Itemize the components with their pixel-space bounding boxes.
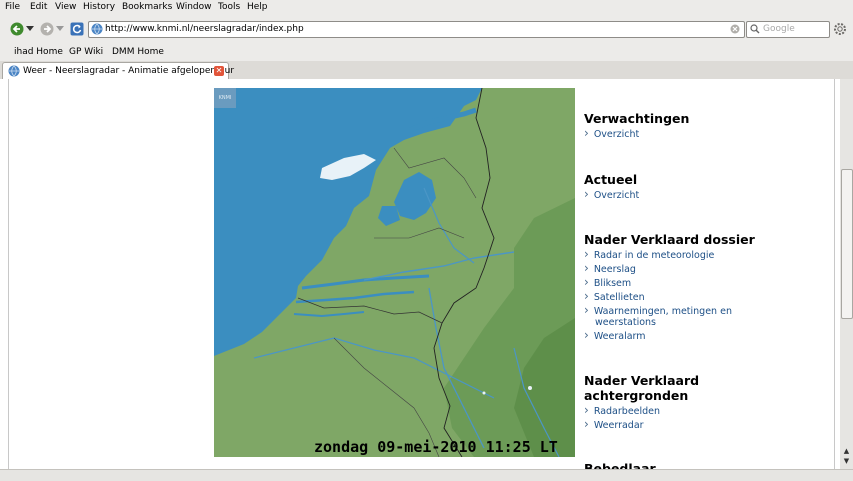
link-waarnemingen[interactable]: Waarnemingen, metingen en: [584, 303, 755, 317]
search-icon: [750, 24, 760, 34]
clear-url-icon[interactable]: [730, 24, 740, 34]
scroll-up-button[interactable]: ▲: [841, 447, 852, 456]
chevron-down-icon: [26, 26, 34, 31]
menu-history[interactable]: History: [83, 2, 115, 12]
search-placeholder: Google: [763, 24, 795, 34]
link-radarbeelden[interactable]: Radarbeelden: [584, 403, 699, 417]
knmi-logo: KNMI: [214, 88, 236, 108]
menu-edit[interactable]: Edit: [30, 2, 47, 12]
sidebar-section-cutoff: Bebedlaar: [584, 461, 656, 469]
globe-icon: [8, 65, 20, 77]
back-button[interactable]: [9, 21, 25, 37]
menu-help[interactable]: Help: [247, 2, 268, 12]
menu-tools[interactable]: Tools: [218, 2, 240, 12]
menu-window[interactable]: Window: [176, 2, 212, 12]
link-bliksem[interactable]: Bliksem: [584, 275, 755, 289]
back-history-dropdown[interactable]: [25, 21, 35, 37]
section-title: Nader Verklaard: [584, 373, 700, 388]
bookmark-ihad-home[interactable]: ihad Home: [14, 47, 63, 57]
reload-button[interactable]: [69, 21, 85, 37]
reload-icon: [70, 22, 84, 36]
sidebar-section-actueel: Actueel Overzicht: [584, 172, 639, 201]
close-icon: ✕: [215, 66, 223, 75]
radar-timestamp: zondag 09-mei-2010 11:25 LT: [314, 438, 558, 456]
section-title: Verwachtingen: [584, 111, 690, 126]
tab-title: Weer - Neerslagradar - Animatie afgelope…: [23, 66, 235, 76]
globe-icon: [91, 23, 103, 35]
scrollbar-thumb[interactable]: [841, 169, 853, 319]
link-weeralarm[interactable]: Weeralarm: [584, 328, 755, 342]
link-neerslag[interactable]: Neerslag: [584, 261, 755, 275]
link-waarnemingen-cont[interactable]: weerstations: [584, 317, 755, 328]
throbber: [832, 21, 848, 37]
forward-history-dropdown[interactable]: [55, 21, 65, 37]
link-weerradar[interactable]: Weerradar: [584, 417, 699, 431]
bookmarks-toolbar: ihad Home GP Wiki DMM Home: [0, 42, 853, 62]
section-title: Bebedlaar: [584, 461, 656, 469]
menu-view[interactable]: View: [55, 2, 76, 12]
menu-bar: File Edit View History Bookmarks Window …: [0, 0, 853, 16]
section-title-line2: achtergronden: [584, 388, 689, 403]
scroll-down-button[interactable]: ▼: [841, 457, 852, 466]
link-verwachtingen-overzicht[interactable]: Overzicht: [584, 126, 689, 140]
tab-close-button[interactable]: ✕: [214, 66, 224, 76]
tab-neerslagradar[interactable]: Weer - Neerslagradar - Animatie afgelope…: [2, 62, 234, 80]
link-actueel-overzicht[interactable]: Overzicht: [584, 187, 639, 201]
navigation-toolbar: http://www.knmi.nl/neerslagradar/index.p…: [0, 16, 853, 42]
menu-bookmarks[interactable]: Bookmarks: [122, 2, 172, 12]
page-content: KNMI zondag 09-mei-2010 11:25 LT Verwach…: [0, 79, 840, 469]
knmi-logo-text: KNMI: [218, 95, 232, 101]
right-border: [834, 79, 835, 469]
bookmark-gp-wiki[interactable]: GP Wiki: [69, 47, 103, 57]
url-bar[interactable]: http://www.knmi.nl/neerslagradar/index.p…: [88, 21, 745, 38]
bookmark-dmm-home[interactable]: DMM Home: [112, 47, 164, 57]
radar-map: [214, 88, 575, 457]
horizontal-scrollbar[interactable]: [0, 469, 853, 481]
url-text: http://www.knmi.nl/neerslagradar/index.p…: [105, 24, 304, 34]
section-title: Nader Verklaard dossier: [584, 232, 755, 247]
forward-button[interactable]: [39, 21, 55, 37]
link-satellieten[interactable]: Satellieten: [584, 289, 755, 303]
tab-bar: Weer - Neerslagradar - Animatie afgelope…: [0, 61, 853, 80]
gear-icon: [834, 23, 846, 35]
vertical-scrollbar[interactable]: ▲ ▼: [840, 79, 853, 469]
link-radar-meteorologie[interactable]: Radar in de meteorologie: [584, 247, 755, 261]
menu-file[interactable]: File: [5, 2, 20, 12]
sidebar-section-achtergronden: Nader Verklaard achtergronden Radarbeeld…: [584, 373, 699, 431]
chevron-up-icon: ▲: [843, 447, 850, 455]
sidebar-section-dossier: Nader Verklaard dossier Radar in de mete…: [584, 232, 755, 342]
section-title: Actueel: [584, 172, 638, 187]
forward-arrow-icon: [40, 22, 54, 36]
sidebar-section-verwachtingen: Verwachtingen Overzicht: [584, 111, 689, 140]
left-border: [8, 79, 9, 469]
chevron-down-icon: ▼: [843, 457, 850, 465]
chevron-down-icon: [56, 26, 64, 31]
back-arrow-icon: [10, 22, 24, 36]
search-input[interactable]: Google: [746, 21, 830, 38]
